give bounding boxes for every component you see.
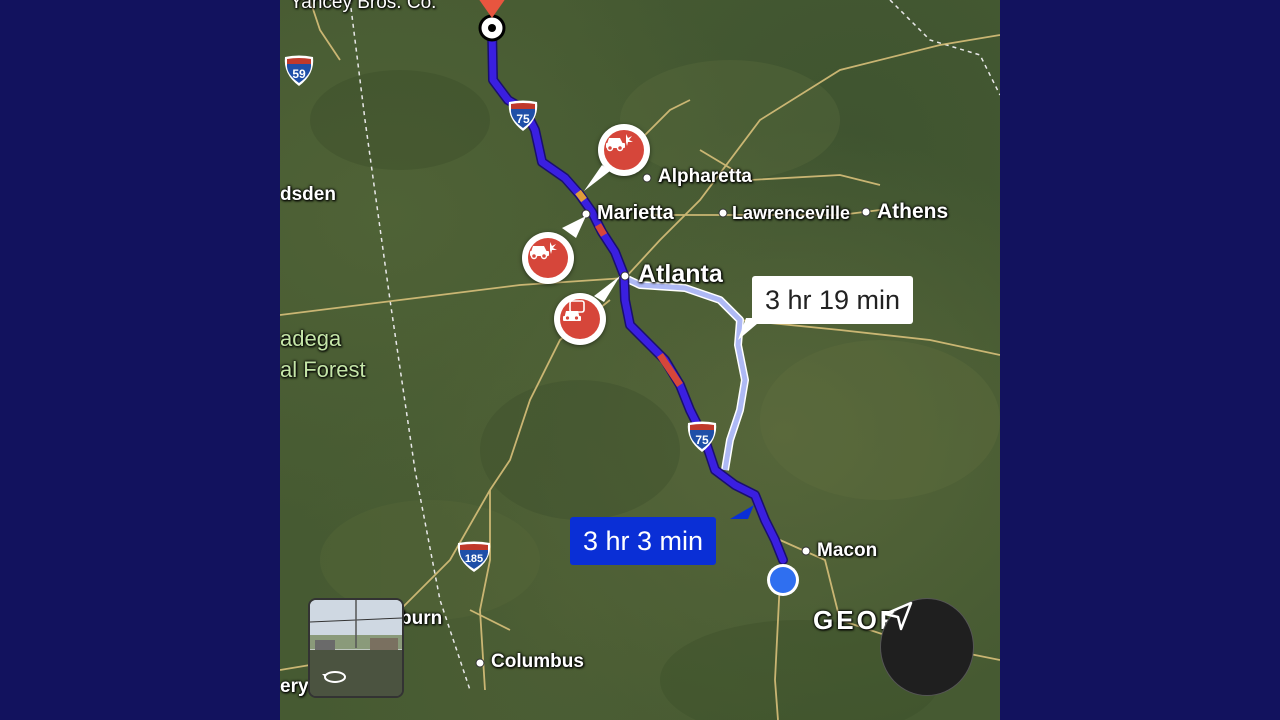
incident-pointer-1	[584, 165, 610, 191]
main-route-time-pointer	[730, 505, 754, 519]
columbus-dot	[475, 658, 485, 668]
atlanta-label: Atlanta	[638, 260, 723, 288]
marietta-label: Marietta	[597, 202, 674, 224]
main-route-time-label[interactable]: 3 hr 3 min	[570, 517, 717, 565]
crash-icon	[606, 134, 633, 152]
alpharetta-dot	[642, 173, 652, 183]
gadsden-label: dsden	[280, 184, 336, 205]
navigation-arrow-icon	[883, 601, 913, 631]
incident-pointer-3	[594, 276, 620, 302]
start-navigation-button[interactable]	[880, 598, 974, 696]
street-view-thumbnail[interactable]	[308, 598, 404, 698]
auburn-label: burn	[400, 608, 443, 629]
alpharetta-label: Alpharetta	[658, 166, 752, 187]
interstate-59-shield: 59	[282, 54, 316, 88]
lawrenceville-dot	[718, 208, 728, 218]
lawrenceville-label: Lawrenceville	[732, 203, 851, 223]
macon-label: Macon	[817, 540, 878, 561]
interstate-185-shield: 185	[455, 540, 493, 574]
athens-label: Athens	[877, 200, 949, 223]
columbus-label: Columbus	[491, 651, 584, 672]
origin-label: Yancey Bros. Co.	[290, 0, 437, 13]
rotate-360-icon	[322, 671, 346, 683]
athens-dot	[861, 207, 871, 217]
alternate-route-time-pointer	[738, 318, 764, 340]
incident-pointer-2	[562, 216, 586, 238]
national-forest-label: al Forest	[280, 357, 366, 382]
crash-icon	[530, 242, 557, 260]
macon-dot	[801, 546, 811, 556]
valley-label: ery	[280, 676, 309, 697]
interstate-75-shield-south: 75	[685, 420, 719, 454]
alternate-route-time-label[interactable]: 3 hr 19 min	[752, 276, 914, 324]
traffic-jam-icon	[563, 300, 585, 321]
satellite-map[interactable]: Alpharetta Marietta Lawrenceville Athens…	[280, 0, 1000, 720]
interstate-75-shield-north: 75	[506, 99, 540, 133]
talladega-label: adega	[280, 326, 342, 351]
